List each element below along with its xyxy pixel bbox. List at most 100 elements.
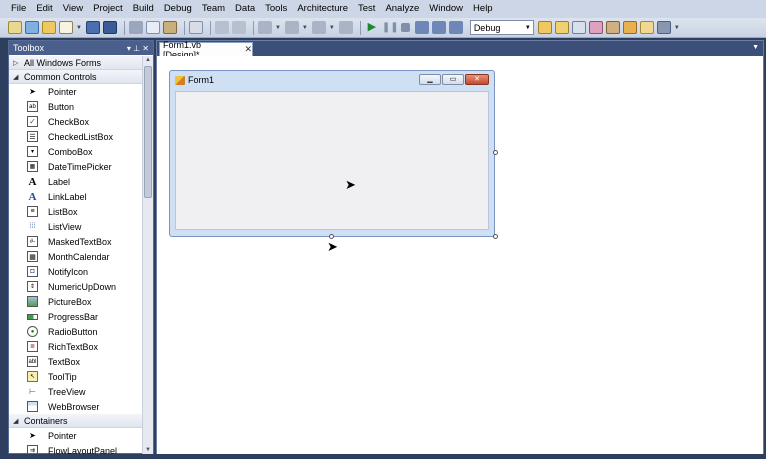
new-project-icon[interactable] <box>8 21 22 34</box>
form1-window[interactable]: Form1 ▁ ▭ ✕ <box>169 70 495 237</box>
save-icon[interactable] <box>85 21 100 34</box>
toolbox-item-datetimepicker[interactable]: ▦ DateTimePicker <box>9 159 143 174</box>
panel-controls[interactable]: ▾ ⊥ ✕ <box>127 44 149 53</box>
form1-client-area[interactable] <box>175 91 489 230</box>
menu-edit[interactable]: Edit <box>31 0 57 18</box>
toolbox-item-monthcalendar[interactable]: ▦ MonthCalendar <box>9 249 143 264</box>
toolbox-item-pointer[interactable]: ➤ Pointer <box>9 428 143 443</box>
toolbox-item-linklabel[interactable]: A LinkLabel <box>9 189 143 204</box>
toolbox-item-webbrowser[interactable]: WebBrowser <box>9 399 143 414</box>
extension-manager-icon[interactable] <box>622 21 637 34</box>
toolbox-icon[interactable] <box>605 21 620 34</box>
uncomment-icon[interactable] <box>231 21 246 34</box>
toolbox-item-richtextbox[interactable]: ≣ RichTextBox <box>9 339 143 354</box>
solution-explorer-icon[interactable] <box>554 21 569 34</box>
menu-project[interactable]: Project <box>88 0 128 18</box>
close-icon[interactable]: ✕ <box>244 44 252 55</box>
pause-icon[interactable]: ❚❚ <box>382 21 399 34</box>
toolbox-item-progressbar[interactable]: ProgressBar <box>9 309 143 324</box>
menu-debug[interactable]: Debug <box>159 0 197 18</box>
chevron-down-icon[interactable]: ▼ <box>275 25 281 31</box>
menu-window[interactable]: Window <box>424 0 468 18</box>
resize-handle-corner[interactable] <box>493 234 498 239</box>
toolbox-item-checkbox[interactable]: ✓ CheckBox <box>9 114 143 129</box>
chevron-down-icon[interactable]: ▼ <box>329 25 335 31</box>
menu-help[interactable]: Help <box>468 0 498 18</box>
step-out-icon[interactable] <box>448 21 463 34</box>
item-label: RichTextBox <box>48 341 99 352</box>
group-containers[interactable]: ◢ Containers <box>9 414 143 428</box>
toolbar-overflow-icon[interactable]: ▼ <box>674 25 680 31</box>
document-area: Form1.vb [Design]* ✕ ▼ Form1 ▁ ▭ ✕ ➤ ➤ <box>156 40 764 454</box>
toolbox-item-tooltip[interactable]: ↖ ToolTip <box>9 369 143 384</box>
step-into-icon[interactable] <box>414 21 429 34</box>
scroll-down-icon[interactable]: ▼ <box>145 447 151 453</box>
form-designer-surface[interactable]: Form1 ▁ ▭ ✕ ➤ ➤ <box>157 56 763 454</box>
toolbox-item-notifyicon[interactable]: ◘ NotifyIcon <box>9 264 143 279</box>
object-browser-icon[interactable] <box>588 21 603 34</box>
redo-icon[interactable] <box>284 21 299 34</box>
undo-icon[interactable] <box>257 21 272 34</box>
scroll-up-icon[interactable]: ▲ <box>145 57 151 63</box>
solution-configuration-select[interactable]: Debug ▼ <box>469 20 534 35</box>
add-new-item-icon[interactable] <box>59 21 73 34</box>
toolbox-item-button[interactable]: ab Button <box>9 99 143 114</box>
group-common-controls[interactable]: ◢ Common Controls <box>9 70 143 84</box>
toolbox-item-textbox[interactable]: abl TextBox <box>9 354 143 369</box>
tab-form1-design[interactable]: Form1.vb [Design]* ✕ <box>159 40 253 60</box>
stop-icon[interactable] <box>400 23 410 32</box>
chevron-down-icon[interactable]: ▼ <box>752 44 759 51</box>
item-label: ListBox <box>48 206 78 217</box>
toolbox-item-radiobutton[interactable]: ● RadioButton <box>9 324 143 339</box>
navigate-forward-icon[interactable] <box>338 21 353 34</box>
navigate-backward-icon[interactable] <box>311 21 326 34</box>
chevron-down-icon[interactable]: ▼ <box>76 25 82 31</box>
menu-tools[interactable]: Tools <box>260 0 292 18</box>
menu-architecture[interactable]: Architecture <box>292 0 353 18</box>
mouse-cursor-icon: ➤ <box>327 239 338 254</box>
toolbox-item-flowlayoutpanel[interactable]: ⇉ FlowLayoutPanel <box>9 443 143 454</box>
toolbox-item-checkedlistbox[interactable]: ☰ CheckedListBox <box>9 129 143 144</box>
cut-icon[interactable] <box>128 21 143 34</box>
open-file-icon[interactable] <box>42 21 56 34</box>
paste-icon[interactable] <box>162 21 177 34</box>
window-buttons: ▁ ▭ ✕ <box>419 74 489 85</box>
menu-view[interactable]: View <box>58 0 88 18</box>
menu-data[interactable]: Data <box>230 0 260 18</box>
command-window-icon[interactable] <box>656 21 671 34</box>
start-page-icon[interactable] <box>639 21 654 34</box>
menu-file[interactable]: File <box>6 0 31 18</box>
menu-bar: File Edit View Project Build Debug Team … <box>0 0 766 18</box>
comment-icon[interactable] <box>214 21 229 34</box>
menu-team[interactable]: Team <box>197 0 230 18</box>
step-over-icon[interactable] <box>431 21 446 34</box>
toolbox-scrollbar[interactable]: ▲ ▼ <box>142 56 153 454</box>
scrollbar-thumb[interactable] <box>144 66 152 198</box>
close-icon: ✕ <box>465 74 489 85</box>
menu-build[interactable]: Build <box>128 0 159 18</box>
menu-analyze[interactable]: Analyze <box>380 0 424 18</box>
toolbox-item-combobox[interactable]: ▾ ComboBox <box>9 144 143 159</box>
toolbox-item-label[interactable]: A Label <box>9 174 143 189</box>
menu-test[interactable]: Test <box>353 0 380 18</box>
toolbox-item-numericupdown[interactable]: ⇕ NumericUpDown <box>9 279 143 294</box>
treeview-icon: ⊢ <box>29 387 36 396</box>
toolbox-item-picturebox[interactable]: PictureBox <box>9 294 143 309</box>
item-label: TextBox <box>48 356 81 367</box>
pointer-icon: ➤ <box>29 87 36 96</box>
copy-icon[interactable] <box>145 21 160 34</box>
find-in-files-icon[interactable] <box>537 21 552 34</box>
properties-window-icon[interactable] <box>571 21 586 34</box>
toolbox-item-treeview[interactable]: ⊢ TreeView <box>9 384 143 399</box>
chevron-down-icon[interactable]: ▼ <box>302 25 308 31</box>
toolbox-item-maskedtextbox[interactable]: #- MaskedTextBox <box>9 234 143 249</box>
find-icon[interactable] <box>188 21 203 34</box>
group-all-windows-forms[interactable]: ▷ All Windows Forms <box>9 56 143 70</box>
toolbox-item-listview[interactable]: ⁞⁞⁞ ListView <box>9 219 143 234</box>
add-item-icon[interactable] <box>25 21 39 34</box>
toolbox-item-listbox[interactable]: ≡ ListBox <box>9 204 143 219</box>
start-debugging-icon[interactable]: ▶ <box>365 21 379 34</box>
toolbox-item-pointer[interactable]: ➤ Pointer <box>9 84 143 99</box>
save-all-icon[interactable] <box>102 21 117 34</box>
resize-handle-right[interactable] <box>493 150 498 155</box>
